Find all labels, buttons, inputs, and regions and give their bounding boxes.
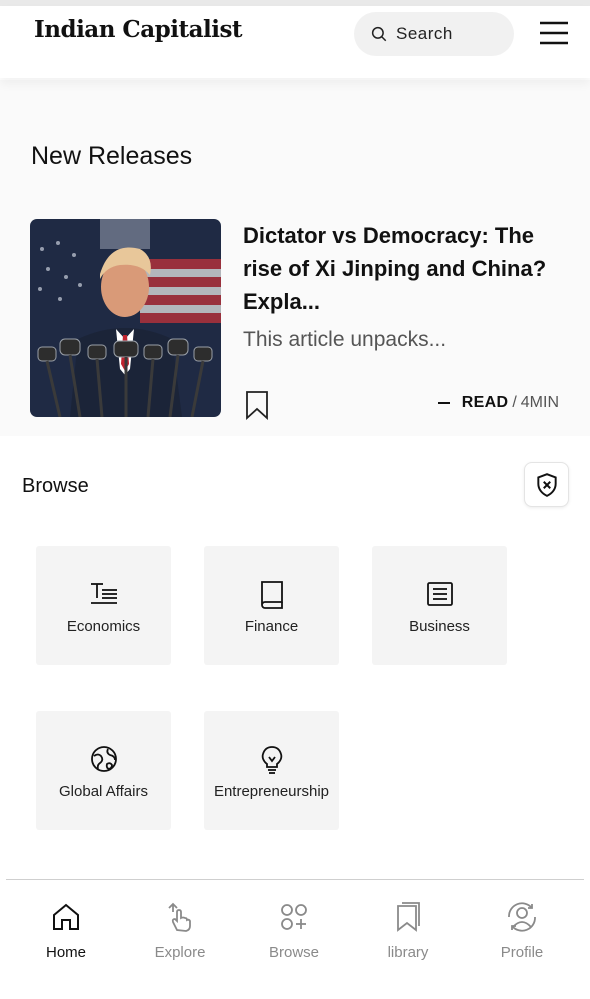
app-header: Indian Capitalist Search bbox=[0, 6, 590, 78]
profile-icon bbox=[508, 902, 536, 932]
category-tile-economics[interactable]: Economics bbox=[36, 546, 171, 665]
category-label: Economics bbox=[66, 618, 141, 635]
browse-section: Browse Economics Finance Business Global… bbox=[0, 437, 590, 880]
library-icon bbox=[397, 902, 420, 932]
category-tile-entrepreneurship[interactable]: Entrepreneurship bbox=[204, 711, 339, 830]
nav-label: library bbox=[387, 944, 429, 961]
text-lines-icon bbox=[90, 583, 117, 604]
shield-x-icon bbox=[536, 472, 557, 497]
category-label: Business bbox=[409, 618, 470, 635]
article-description: This article unpacks... bbox=[243, 328, 447, 351]
read-time-meta[interactable]: READ / 4MIN bbox=[437, 394, 559, 412]
browse-title: Browse bbox=[22, 475, 89, 497]
nav-item-library[interactable]: library bbox=[358, 900, 458, 961]
shield-button[interactable] bbox=[524, 462, 569, 507]
bottom-navigation: Home Explore Browse library Profile bbox=[0, 880, 590, 999]
nav-label: Explore bbox=[154, 944, 206, 961]
new-releases-section: New Releases Dictator vs Democracy: The … bbox=[0, 80, 590, 436]
bookmark-icon[interactable] bbox=[245, 390, 269, 420]
category-label: Global Affairs bbox=[59, 783, 148, 800]
nav-item-profile[interactable]: Profile bbox=[472, 900, 572, 961]
search-label: Search bbox=[396, 24, 453, 43]
dash-icon bbox=[437, 402, 450, 404]
nav-label: Profile bbox=[500, 944, 544, 961]
brand-logo[interactable]: Indian Capitalist bbox=[34, 16, 243, 43]
article-thumbnail[interactable] bbox=[30, 219, 221, 417]
read-label: READ bbox=[461, 394, 509, 411]
book-icon bbox=[260, 581, 283, 609]
browse-icon bbox=[281, 904, 307, 930]
category-label: Finance bbox=[244, 618, 299, 635]
nav-label: Home bbox=[45, 944, 86, 961]
home-icon bbox=[53, 903, 79, 930]
nav-item-browse[interactable]: Browse bbox=[244, 900, 344, 961]
nav-item-explore[interactable]: Explore bbox=[130, 900, 230, 961]
globe-icon bbox=[90, 746, 117, 772]
read-time: 4MIN bbox=[520, 394, 559, 411]
article-image bbox=[30, 219, 221, 417]
category-tile-finance[interactable]: Finance bbox=[204, 546, 339, 665]
search-icon bbox=[371, 26, 387, 42]
nav-label: Browse bbox=[268, 944, 320, 961]
category-tile-business[interactable]: Business bbox=[372, 546, 507, 665]
lightbulb-icon bbox=[261, 746, 282, 774]
explore-icon bbox=[168, 902, 191, 932]
search-button[interactable]: Search bbox=[354, 12, 514, 56]
document-icon bbox=[426, 582, 453, 606]
article-title[interactable]: Dictator vs Democracy: The rise of Xi Ji… bbox=[243, 219, 563, 318]
category-tile-global-affairs[interactable]: Global Affairs bbox=[36, 711, 171, 830]
category-label: Entrepreneurship bbox=[213, 783, 330, 800]
nav-item-home[interactable]: Home bbox=[16, 900, 116, 961]
read-separator: / bbox=[512, 394, 517, 411]
section-title: New Releases bbox=[31, 142, 193, 170]
hamburger-menu-icon[interactable] bbox=[538, 20, 570, 46]
